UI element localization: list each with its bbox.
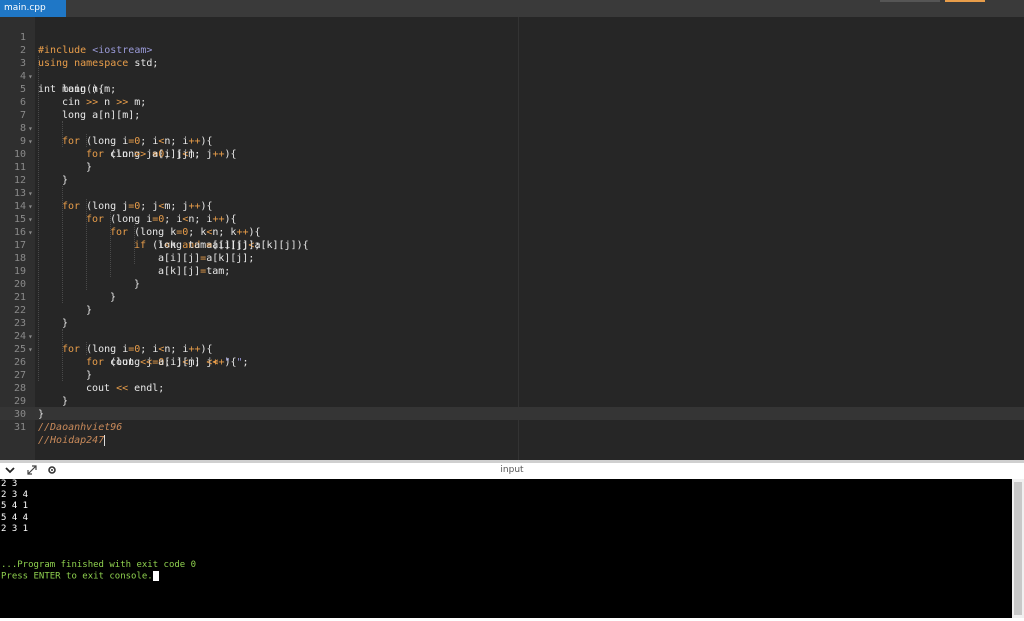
exit-code-message: ...Program finished with exit code 0	[1, 560, 197, 570]
console-cursor	[152, 571, 159, 581]
code-line: 24 ▾ for (long j=0; j<m; j++){	[0, 317, 1024, 368]
code-text: //Daoanhviet96	[38, 422, 123, 433]
code-line: 25 cout << a[i][j] << " ";	[0, 330, 1024, 368]
code-line: 12 ▾ for (long j=0; j<m; j++){	[0, 161, 1024, 212]
console-output[interactable]: 2 3 2 3 4 5 4 1 5 4 4 2 3 1 ...Program f…	[0, 479, 1012, 618]
code-line: 6 long a[n][m];	[0, 83, 1024, 121]
text-cursor	[104, 434, 106, 446]
code-line: 2 using namespace std;	[0, 31, 1024, 69]
code-line: 23 ▾ for (long i=0; i<n; i++){	[0, 304, 1024, 355]
exit-prompt-text: Press ENTER to exit console.	[1, 571, 153, 582]
gear-icon[interactable]	[46, 465, 58, 477]
code-line: 14 ▾ for (long k=0; k<n; k++){	[0, 187, 1024, 238]
console-output-line: 5 4 1	[1, 501, 29, 511]
tab-main-cpp[interactable]: main.cpp	[0, 0, 66, 17]
code-line: 18 a[k][j]=tam;	[0, 239, 1024, 277]
console-header: input	[0, 463, 1024, 479]
code-line: 28 }	[0, 369, 1024, 407]
console-output-line: 5 4 4	[1, 513, 29, 523]
code-line: 7 ▾ for (long i=0; i<n; i++){	[0, 96, 1024, 147]
expand-arrows-icon[interactable]	[26, 465, 38, 477]
tab-bar: main.cpp	[0, 0, 1024, 17]
console-scrollbar[interactable]	[1012, 479, 1024, 618]
console-output-line: 2 3 1	[1, 524, 29, 534]
code-line: 16 long tam=a[i][j];	[0, 213, 1024, 251]
code-text: //Hoidap247	[38, 434, 106, 446]
code-line: 26 }	[0, 343, 1024, 381]
console-output-line: 2 3 4	[1, 490, 29, 500]
code-line: 31 //Hoidap247	[0, 408, 1024, 446]
code-editor[interactable]: 1 #include <iostream> 2 using namespace …	[0, 17, 1024, 460]
code-line: 19 }	[0, 252, 1024, 290]
code-line: 30 //Daoanhviet96	[0, 395, 1024, 433]
code-line: 8 ▾ for (long j=0; j<m; j++){	[0, 109, 1024, 160]
code-line: 21 }	[0, 278, 1024, 316]
chevron-down-icon[interactable]	[4, 465, 16, 477]
toolbar-accent-bar	[880, 0, 940, 2]
console-scrollbar-thumb[interactable]	[1014, 482, 1022, 615]
console-title: input	[500, 465, 524, 475]
code-line: 5 cin >> n >> m;	[0, 70, 1024, 108]
line-number: 31	[13, 422, 26, 433]
code-line: 11 }	[0, 148, 1024, 186]
code-line: 20 }	[0, 265, 1024, 303]
toolbar-accent-bar-orange	[945, 0, 985, 2]
code-line: 9 cin >> a[i][j];	[0, 122, 1024, 160]
code-line: 15 ▾ if (i<k and a[i][j]<a[k][j]){	[0, 200, 1024, 251]
code-line: 4 long n,m;	[0, 57, 1024, 95]
code-line: 3 ▾ int main(){	[0, 44, 1024, 95]
code-line: 10 }	[0, 135, 1024, 173]
code-line: 17 a[i][j]=a[k][j];	[0, 226, 1024, 264]
code-line: 22 }	[0, 291, 1024, 329]
code-line: 29 }	[0, 382, 1024, 420]
code-line: 1 #include <iostream>	[0, 18, 1024, 56]
code-line: 27 cout << endl;	[0, 356, 1024, 394]
console-output-line: 2 3	[1, 479, 18, 489]
code-line: 13 ▾ for (long i=0; i<n; i++){	[0, 174, 1024, 225]
exit-prompt-line: Press ENTER to exit console.	[1, 571, 159, 583]
